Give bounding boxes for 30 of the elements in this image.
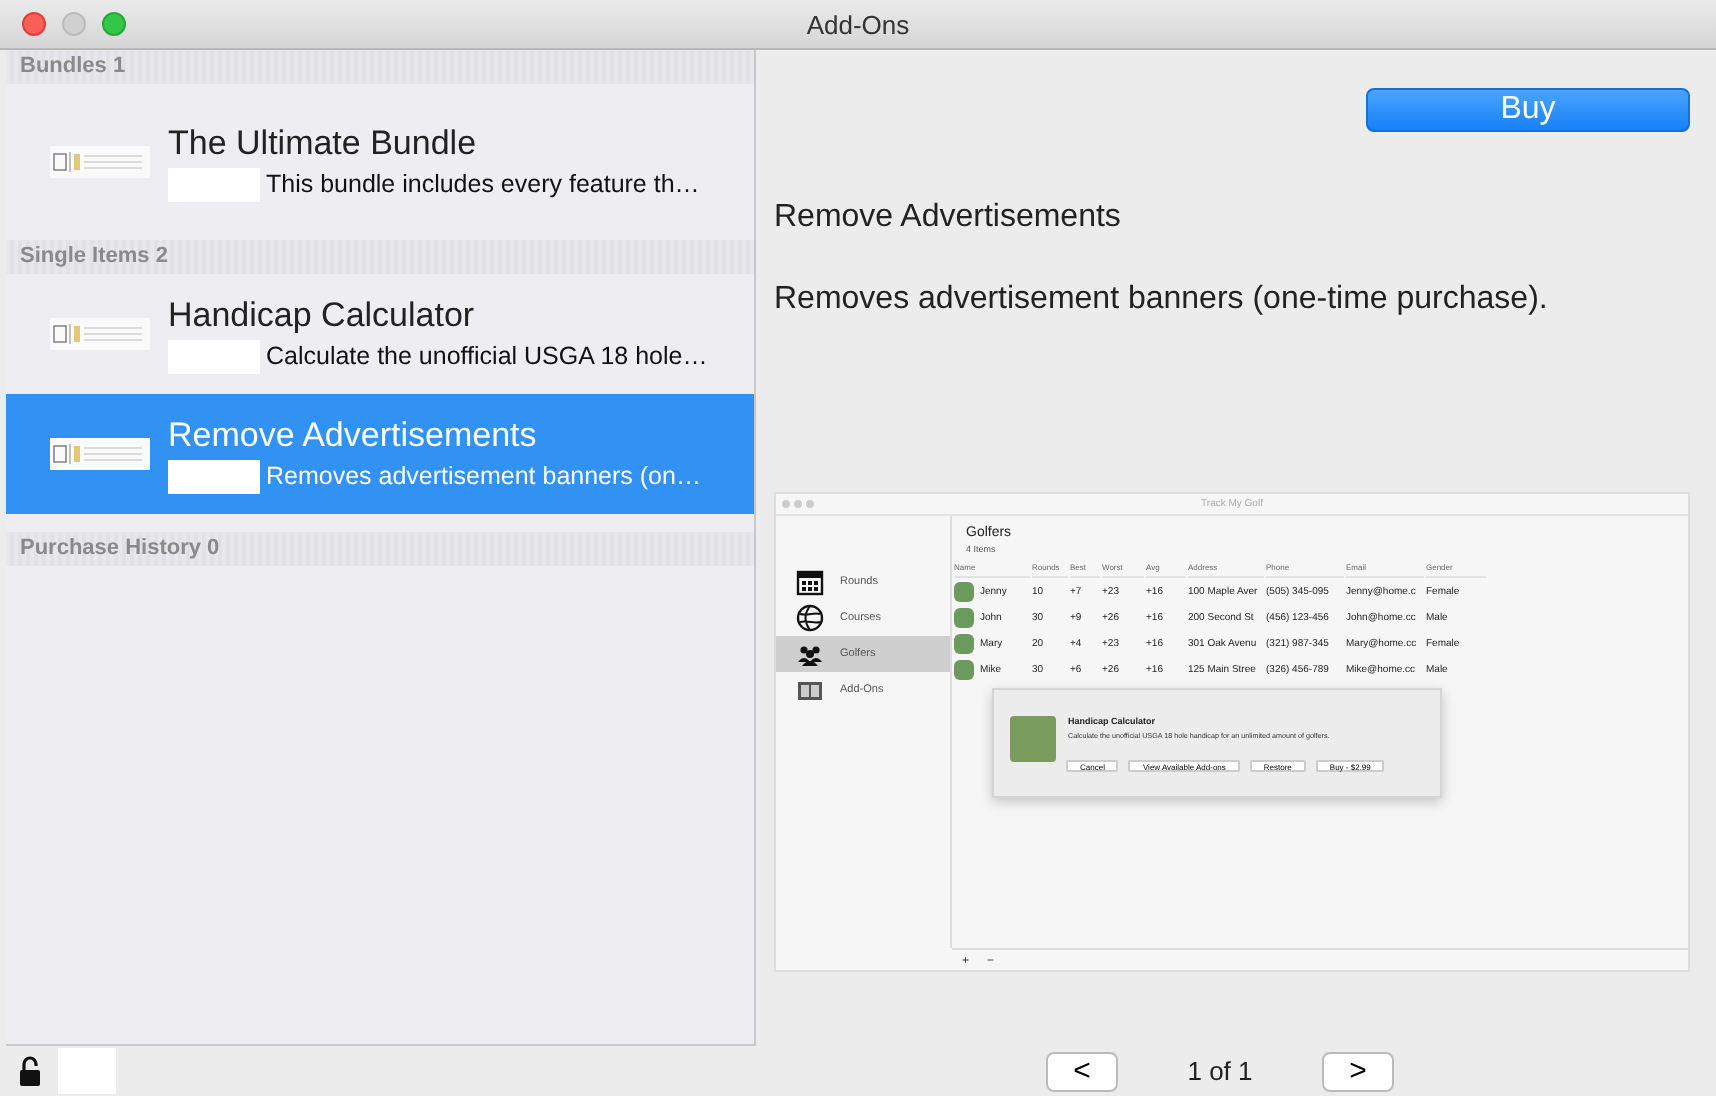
globe-icon <box>796 604 824 632</box>
product-description: Removes advertisement banners (one-time purchase). <box>774 282 1550 318</box>
item-description: Calculate the unofficial USGA 18 hole… <box>266 342 708 370</box>
blank-label <box>168 459 260 493</box>
list-item[interactable]: Handicap Calculator Calculate the unofficial USGA 18 hole… <box>6 274 754 394</box>
panels-icon <box>796 676 824 704</box>
section-header: Purchase History 0 <box>20 534 220 564</box>
previous-page-button[interactable]: < <box>1046 1051 1118 1091</box>
window-title: Add-Ons <box>806 9 910 39</box>
section-header: Bundles 1 <box>20 52 126 82</box>
zoom-button[interactable] <box>102 12 126 36</box>
next-page-button[interactable]: > <box>1322 1051 1394 1091</box>
app-thumbnail-drawing <box>50 146 150 178</box>
product-title: Remove Advertisements <box>774 200 1123 236</box>
close-button[interactable] <box>22 12 46 36</box>
item-title: Handicap Calculator <box>168 295 477 335</box>
page-indicator: 1 of 1 <box>1185 1056 1255 1086</box>
item-description: Removes advertisement banners (on… <box>266 462 701 490</box>
padlock-icon[interactable] <box>17 1056 41 1086</box>
list-item[interactable]: The Ultimate Bundle This bundle includes every feature th… <box>6 84 754 240</box>
photo-placeholder <box>1010 716 1056 762</box>
calendar-icon <box>796 568 824 596</box>
item-title: Remove Advertisements <box>168 415 539 455</box>
item-description: This bundle includes every feature th… <box>266 170 700 198</box>
blank-label <box>58 1048 116 1094</box>
app-thumbnail-drawing <box>50 318 150 350</box>
section-header: Single Items 2 <box>20 242 168 272</box>
people-icon <box>796 640 824 668</box>
app-thumbnail-drawing <box>50 438 150 470</box>
item-title: The Ultimate Bundle <box>168 123 479 163</box>
